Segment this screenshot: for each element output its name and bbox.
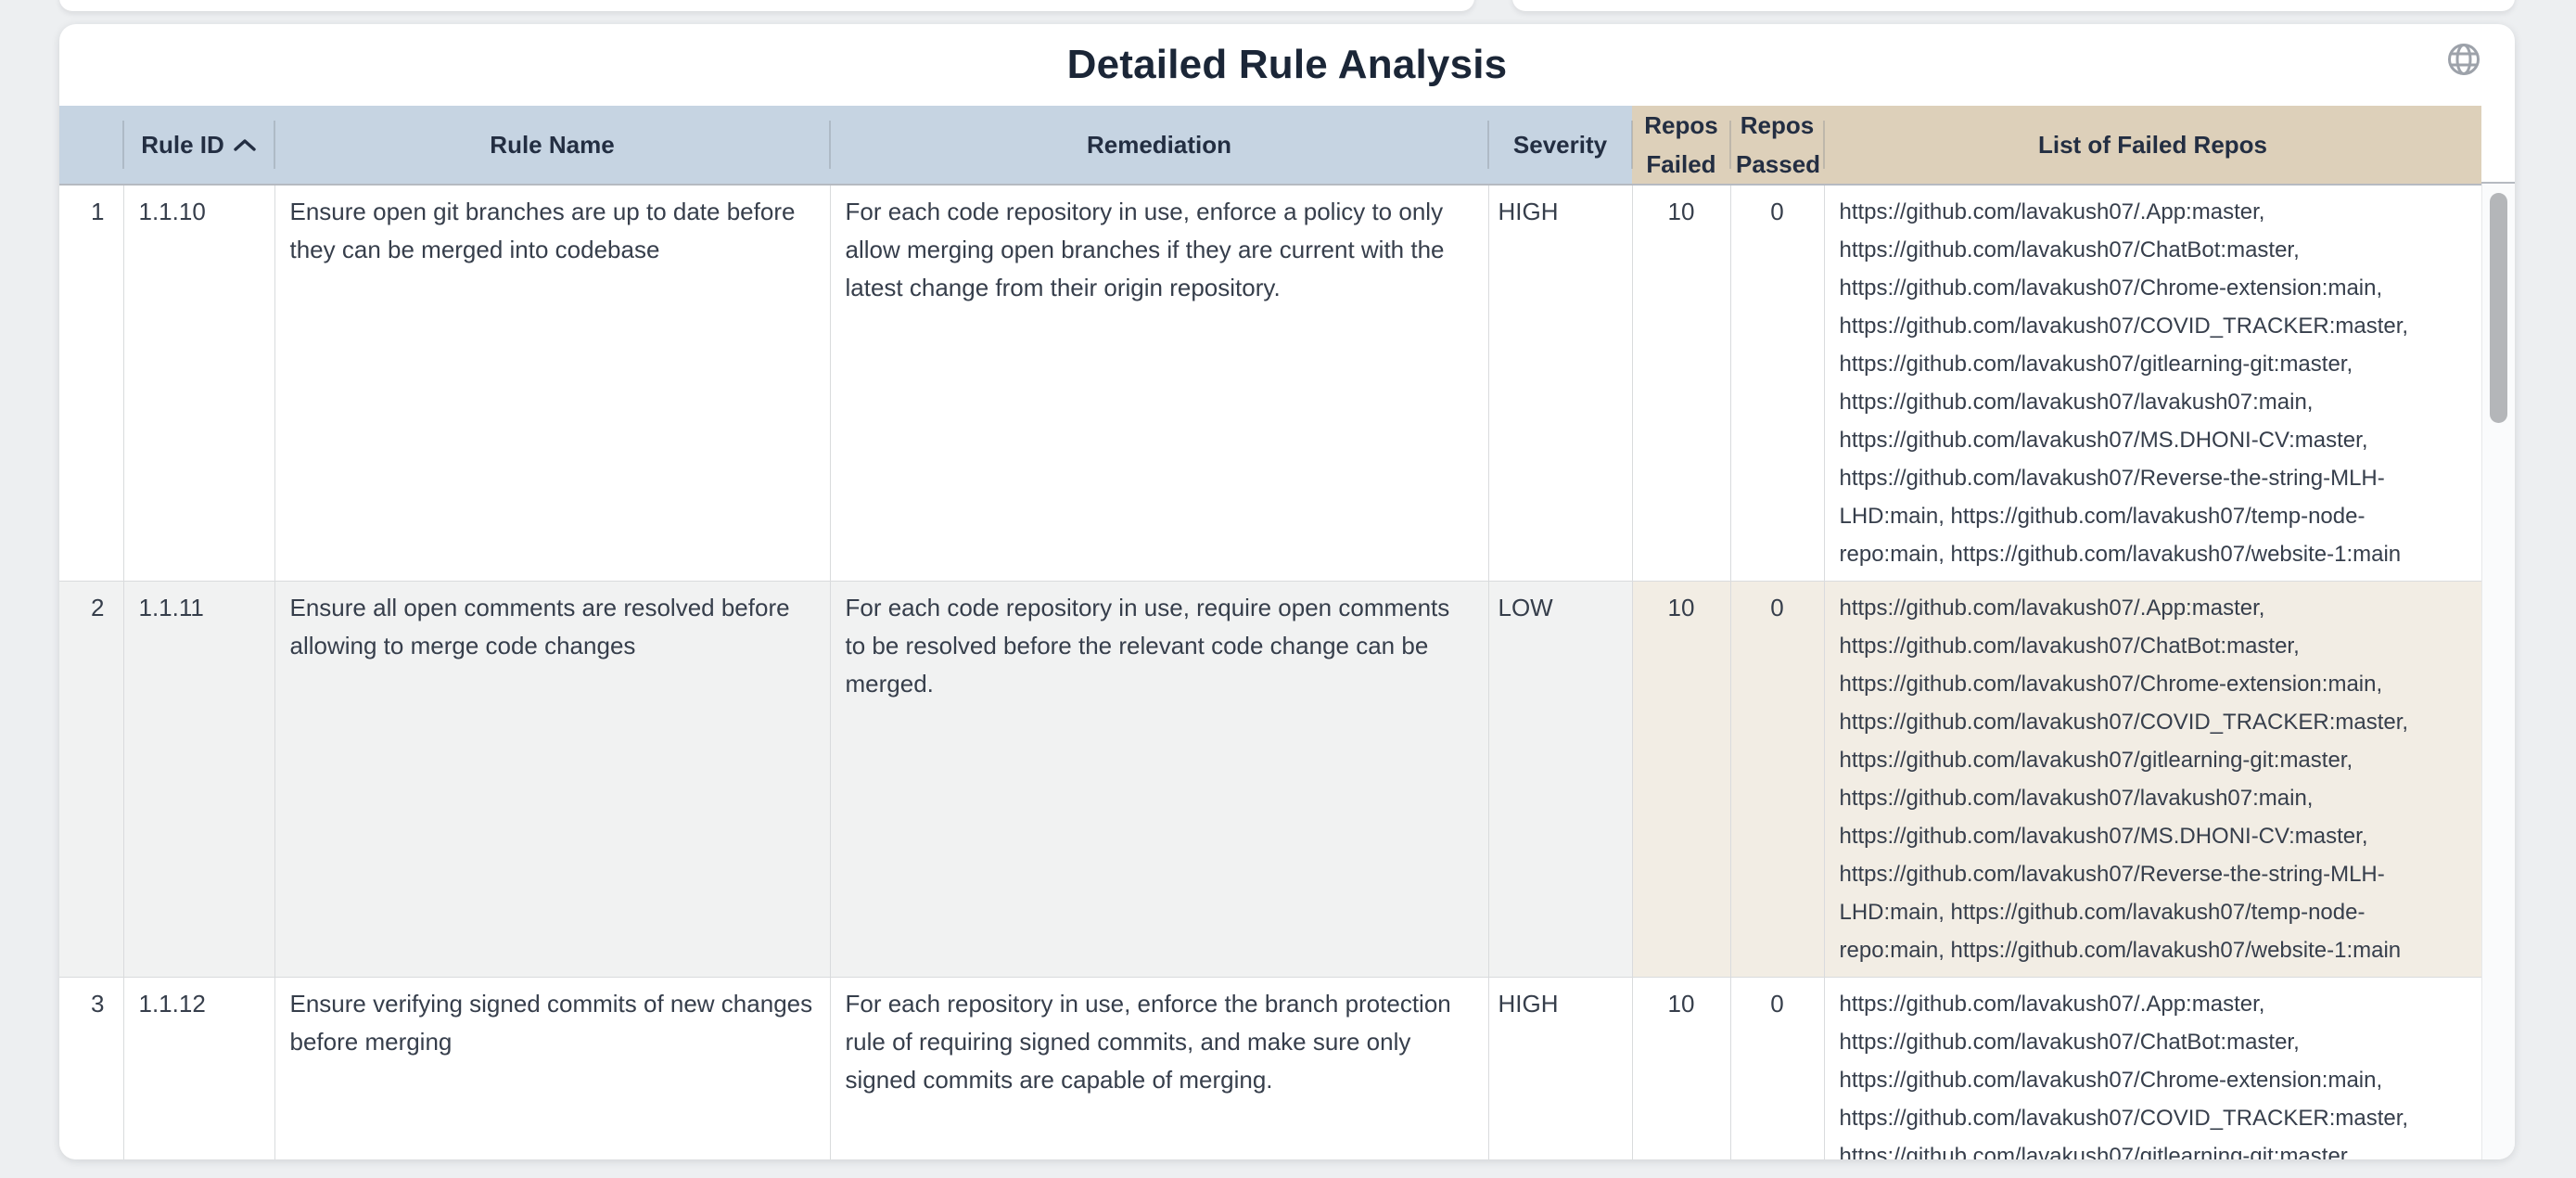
table-header-row: Rule ID Rule Name Remediation Severity R…	[59, 106, 2481, 185]
card-above-right	[1512, 0, 2515, 11]
header-remediation[interactable]: Remediation	[830, 106, 1488, 185]
cell-row-number: 3	[59, 978, 123, 1160]
sort-ascending-icon	[233, 138, 257, 152]
panel-header: Detailed Rule Analysis	[59, 24, 2515, 106]
failed-repos-list: https://github.com/lavakush07/.App:maste…	[1840, 985, 2468, 1159]
rules-table: Rule ID Rule Name Remediation Severity R…	[59, 106, 2481, 1159]
cell-rule-id: 1.1.10	[123, 185, 274, 582]
failed-repos-list: https://github.com/lavakush07/.App:maste…	[1840, 589, 2468, 969]
table-row: 3 1.1.12 Ensure verifying signed commits…	[59, 978, 2481, 1160]
table-row: 2 1.1.11 Ensure all open comments are re…	[59, 582, 2481, 978]
table-scrollbar-track[interactable]	[2481, 184, 2515, 1159]
header-severity[interactable]: Severity	[1488, 106, 1632, 185]
cell-repos-passed: 0	[1730, 582, 1824, 978]
table-scrollbar-thumb[interactable]	[2490, 193, 2507, 423]
cell-remediation: For each code repository in use, require…	[830, 582, 1488, 978]
cell-repos-passed: 0	[1730, 185, 1824, 582]
header-row-number	[59, 106, 123, 185]
header-rule-name[interactable]: Rule Name	[274, 106, 830, 185]
cell-remediation: For each repository in use, enforce the …	[830, 978, 1488, 1160]
cell-rule-name: Ensure verifying signed commits of new c…	[274, 978, 830, 1160]
cell-remediation: For each code repository in use, enforce…	[830, 185, 1488, 582]
card-above-left	[59, 0, 1474, 11]
cell-repos-failed: 10	[1632, 582, 1730, 978]
cell-rule-name: Ensure open git branches are up to date …	[274, 185, 830, 582]
cell-failed-repos: https://github.com/lavakush07/.App:maste…	[1824, 978, 2481, 1160]
cell-severity: LOW	[1488, 582, 1632, 978]
cell-row-number: 2	[59, 582, 123, 978]
cell-failed-repos: https://github.com/lavakush07/.App:maste…	[1824, 185, 2481, 582]
cell-severity: HIGH	[1488, 978, 1632, 1160]
header-list-of-failed-repos[interactable]: List of Failed Repos	[1824, 106, 2481, 185]
header-repos-failed[interactable]: Repos Failed	[1632, 106, 1730, 185]
table-row: 1 1.1.10 Ensure open git branches are up…	[59, 185, 2481, 582]
header-repos-passed[interactable]: Repos Passed	[1730, 106, 1824, 185]
cell-rule-name: Ensure all open comments are resolved be…	[274, 582, 830, 978]
cell-repos-failed: 10	[1632, 978, 1730, 1160]
cell-rule-id: 1.1.11	[123, 582, 274, 978]
cell-rule-id: 1.1.12	[123, 978, 274, 1160]
failed-repos-list: https://github.com/lavakush07/.App:maste…	[1840, 193, 2468, 573]
cell-severity: HIGH	[1488, 185, 1632, 582]
cell-failed-repos: https://github.com/lavakush07/.App:maste…	[1824, 582, 2481, 978]
cell-repos-passed: 0	[1730, 978, 1824, 1160]
panel-title: Detailed Rule Analysis	[1067, 42, 1508, 88]
cell-repos-failed: 10	[1632, 185, 1730, 582]
header-rule-id[interactable]: Rule ID	[123, 106, 274, 185]
cell-row-number: 1	[59, 185, 123, 582]
globe-icon[interactable]	[2444, 41, 2483, 80]
detailed-rule-analysis-panel: Detailed Rule Analysis Rule ID Rule Name…	[59, 24, 2515, 1159]
